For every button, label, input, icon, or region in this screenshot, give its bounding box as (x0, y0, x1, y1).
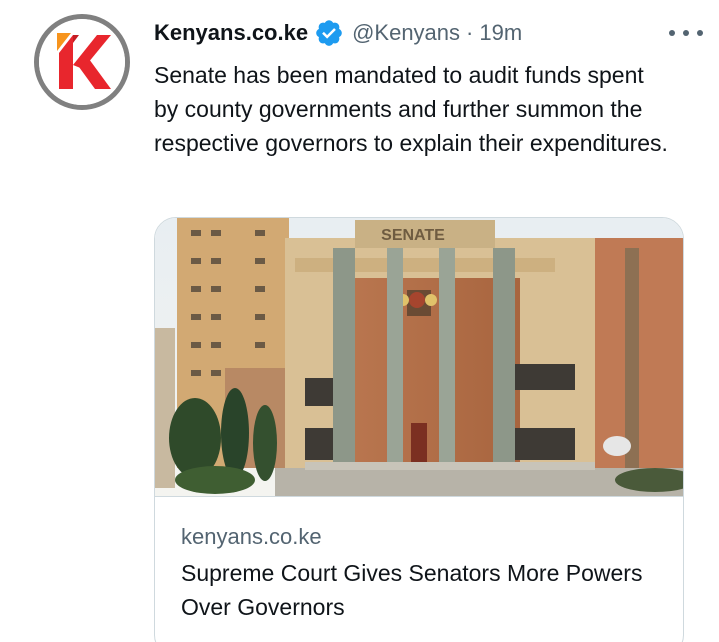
more-dot (683, 30, 689, 36)
tweet: Kenyans.co.ke @Kenyans · 19m Senate has … (0, 0, 719, 642)
author-handle[interactable]: @Kenyans (352, 20, 460, 46)
tweet-header: Kenyans.co.ke @Kenyans · 19m (154, 16, 699, 50)
author-name[interactable]: Kenyans.co.ke (154, 20, 308, 46)
header-separator: · (466, 20, 474, 45)
kenyans-logo-icon (39, 19, 125, 105)
more-dot (669, 30, 675, 36)
link-preview-card[interactable]: SENATE kenyans.co.ke Supreme Court Gives… (154, 217, 684, 642)
card-image[interactable]: SENATE (155, 218, 683, 497)
card-image-sign: SENATE (381, 227, 445, 244)
card-title[interactable]: Supreme Court Gives Senators More Powers… (181, 556, 661, 624)
senate-building-image: SENATE (155, 218, 683, 496)
more-dot (697, 30, 703, 36)
author-avatar[interactable] (34, 14, 130, 110)
card-domain[interactable]: kenyans.co.ke (181, 524, 322, 550)
tweet-timestamp[interactable]: 19m (479, 20, 522, 46)
verified-badge-icon (314, 18, 344, 48)
tweet-text: Senate has been mandated to audit funds … (154, 62, 668, 156)
more-options-icon[interactable] (669, 20, 703, 46)
